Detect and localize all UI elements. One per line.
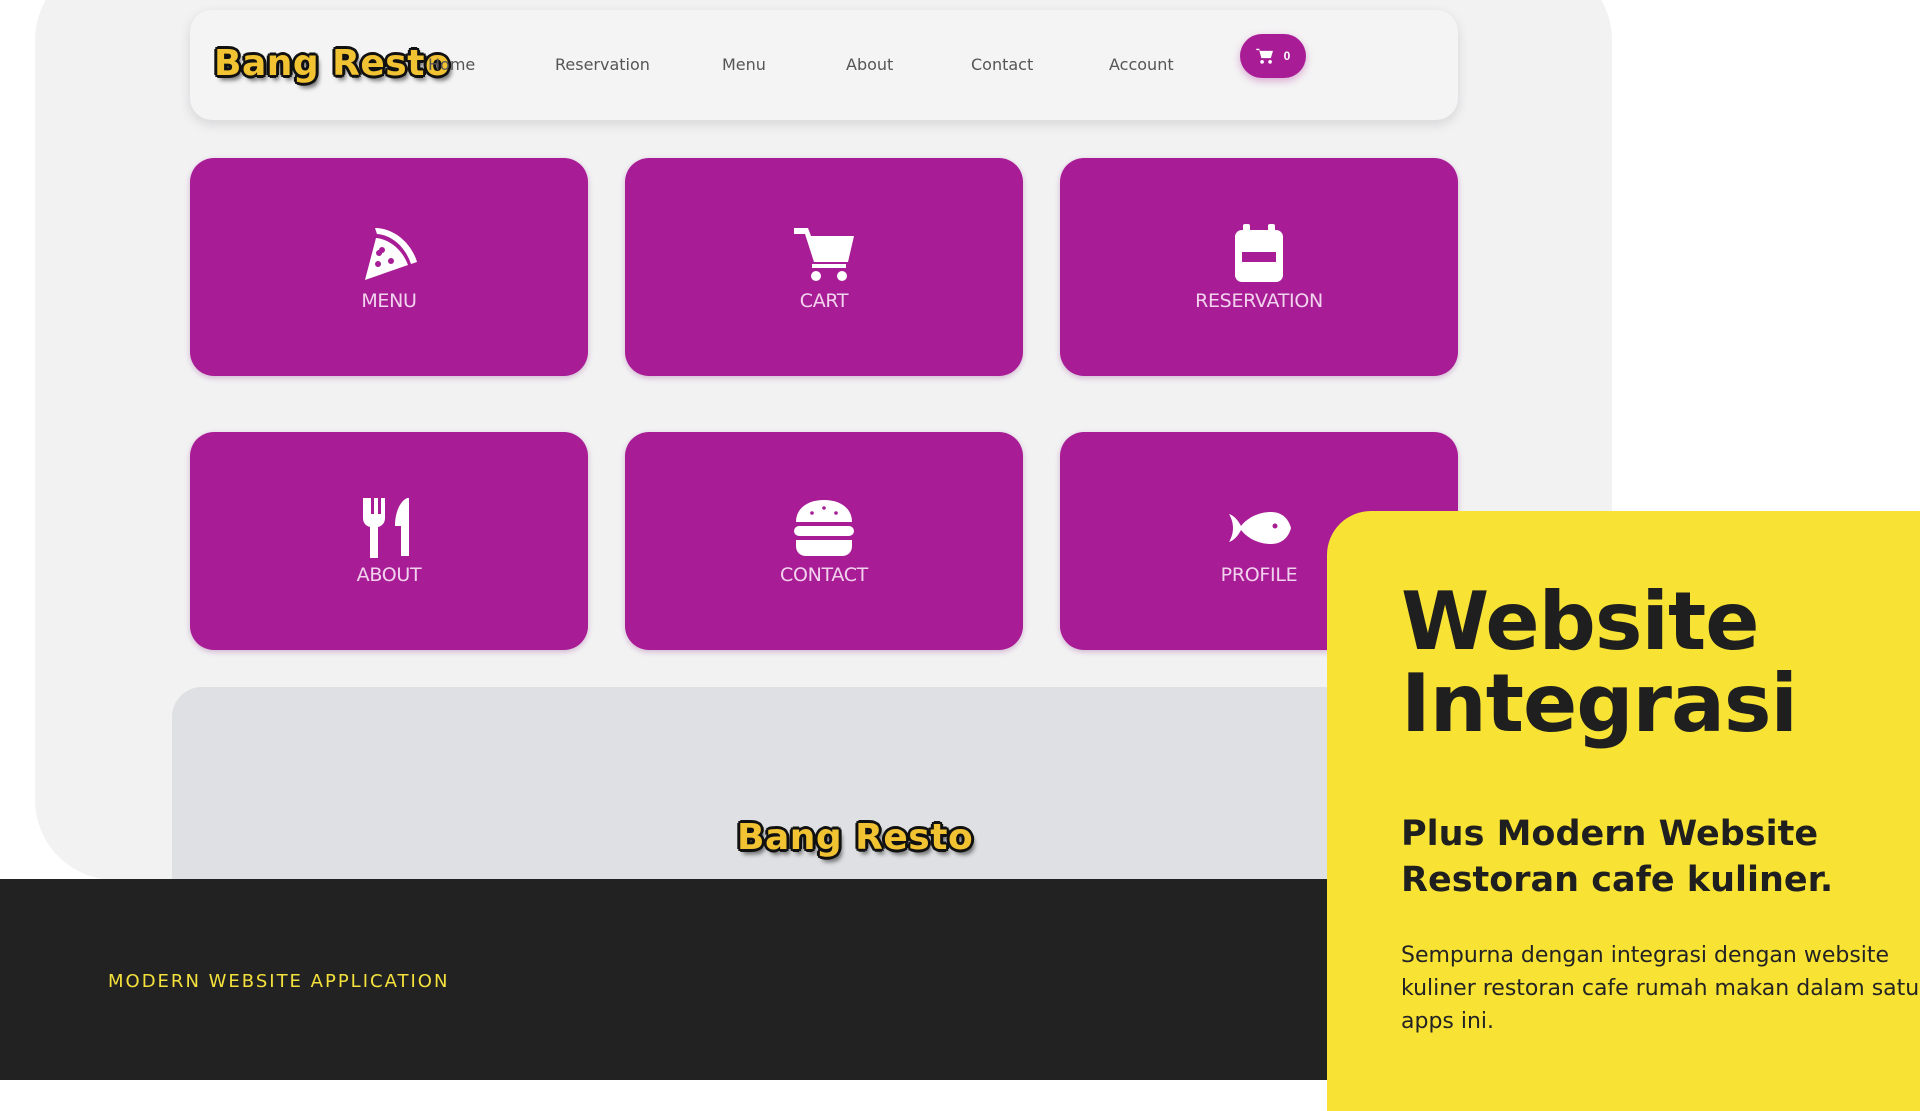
nav-menu[interactable]: Menu — [722, 55, 766, 74]
tile-cart-label: CART — [799, 290, 849, 312]
pizza-icon — [365, 228, 417, 280]
tile-about-label: ABOUT — [356, 564, 422, 586]
cart-count: 0 — [1283, 49, 1291, 63]
tile-profile-label: PROFILE — [1220, 564, 1298, 586]
tile-contact-label: CONTACT — [779, 564, 868, 586]
band-caption: MODERN WEBSITE APPLICATION — [108, 971, 450, 992]
tile-about[interactable]: ABOUT — [190, 432, 588, 650]
cart-icon — [1255, 48, 1273, 64]
tile-menu-label: MENU — [361, 290, 417, 312]
burger-icon — [794, 500, 854, 556]
promo-subtitle: Plus Modern Website Restoran cafe kuline… — [1401, 814, 1834, 900]
footer-brand-logo: Bang Resto — [737, 817, 974, 858]
utensils-icon — [363, 498, 409, 558]
fish-icon — [1229, 512, 1291, 544]
brand-logo[interactable]: Bang Resto — [214, 43, 450, 84]
nav-reservation[interactable]: Reservation — [555, 55, 650, 74]
tile-contact[interactable]: CONTACT — [625, 432, 1023, 650]
tile-reservation-label: RESERVATION — [1195, 290, 1323, 312]
nav-account[interactable]: Account — [1109, 55, 1174, 74]
navbar: Bang Resto Home Reservation Menu About C… — [190, 10, 1458, 120]
nav-about[interactable]: About — [846, 55, 893, 74]
cart-icon — [794, 228, 854, 281]
tile-menu[interactable]: MENU — [190, 158, 588, 376]
nav-home[interactable]: Home — [428, 55, 475, 74]
promo-title-line2: Integrasi — [1401, 657, 1798, 750]
nav-contact[interactable]: Contact — [971, 55, 1033, 74]
promo-title: Website Integrasi — [1401, 581, 1798, 745]
calendar-icon — [1235, 224, 1283, 282]
promo-body: Sempurna dengan integrasi dengan website… — [1401, 943, 1920, 1034]
cart-button[interactable]: 0 — [1240, 34, 1306, 78]
tile-reservation[interactable]: RESERVATION — [1060, 158, 1458, 376]
promo-title-line1: Website — [1401, 575, 1759, 668]
promo-card: Website Integrasi Plus Modern Website Re… — [1327, 511, 1920, 1111]
tile-cart[interactable]: CART — [625, 158, 1023, 376]
